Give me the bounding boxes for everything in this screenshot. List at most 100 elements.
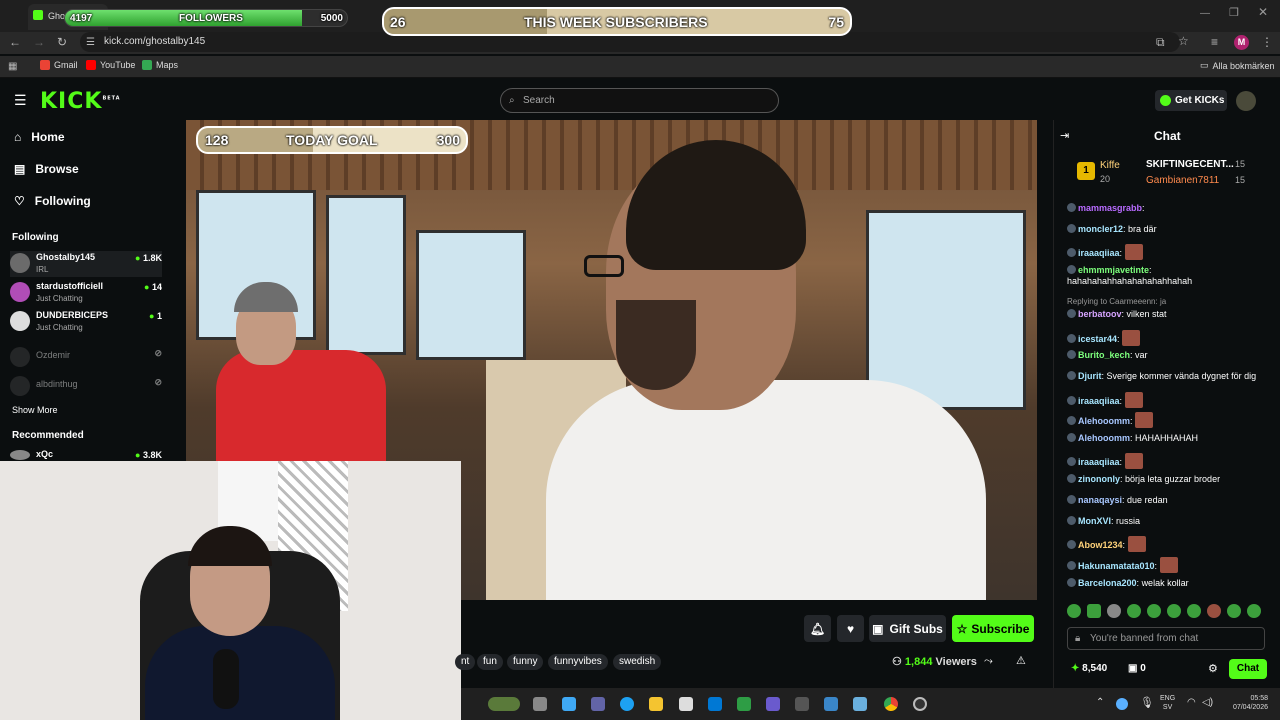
following-channel[interactable]: Ghostalby145 IRL ● 1.8K	[10, 251, 162, 277]
chat-username[interactable]: mammasgrabb	[1078, 203, 1142, 213]
reading-list-icon[interactable]: ≡	[1211, 35, 1218, 49]
store-icon[interactable]	[766, 697, 780, 711]
following-channel[interactable]: stardustofficiell Just Chatting ● 14	[10, 280, 162, 306]
language-indicator[interactable]: ENG SV	[1160, 694, 1175, 712]
stream-tag[interactable]: funny	[507, 654, 544, 670]
following-channel-offline[interactable]: Ozdemir ⊘	[10, 345, 162, 371]
hamburger-icon[interactable]: ☰	[14, 92, 27, 109]
emote-icon[interactable]	[1087, 604, 1101, 618]
minimize-icon[interactable]: —	[1200, 8, 1210, 19]
emote-icon[interactable]	[1067, 604, 1081, 618]
recommended-channel[interactable]: xQc ● 3.8K	[10, 448, 162, 460]
chrome-icon[interactable]	[884, 697, 898, 711]
chat-send-button[interactable]: Chat	[1229, 659, 1267, 679]
taskview-icon[interactable]	[533, 697, 547, 711]
edge-icon[interactable]	[620, 697, 634, 711]
following-channel-offline[interactable]: albdinthug ⊘	[10, 374, 162, 400]
wifi-icon[interactable]: ◠	[1187, 697, 1196, 708]
app-icon[interactable]	[679, 697, 693, 711]
subscribe-button[interactable]: ☆ Subscribe	[952, 615, 1034, 642]
tray-chevron-icon[interactable]: ⌃	[1096, 697, 1104, 708]
chat-username[interactable]: berbatoov	[1078, 309, 1122, 319]
close-window-icon[interactable]: ✕	[1258, 5, 1268, 19]
app2-icon[interactable]	[795, 697, 809, 711]
chat-username[interactable]: zinononly	[1078, 474, 1120, 484]
stream-tag[interactable]: swedish	[613, 654, 662, 670]
tray-app-icon[interactable]	[1116, 698, 1128, 710]
chat-username[interactable]: moncler12	[1078, 224, 1123, 234]
chat-username[interactable]: iraaaqiiaa	[1078, 396, 1120, 406]
bookmark-youtube[interactable]: YouTube	[86, 60, 135, 70]
microphone-tray-icon[interactable]: 🎙︎	[1140, 696, 1154, 709]
bookmark-gmail[interactable]: Gmail	[40, 60, 78, 70]
chat-username[interactable]: ehmmmjavetinte	[1078, 265, 1149, 275]
obs-icon[interactable]	[913, 697, 927, 711]
apps-grid-icon[interactable]: ▦	[8, 60, 17, 74]
gift-subs-button[interactable]: ▣ Gift Subs	[869, 615, 946, 642]
site-info-icon[interactable]: ☰	[86, 36, 95, 50]
emote-icon[interactable]	[1187, 604, 1201, 618]
emote-icon[interactable]	[1107, 604, 1121, 618]
collapse-chat-icon[interactable]: ⇥	[1060, 129, 1069, 142]
share-icon[interactable]: ⤳	[984, 655, 993, 668]
all-bookmarks[interactable]: ▭ Alla bokmärken	[1200, 60, 1275, 71]
channel-points[interactable]: ✦ 8,540	[1071, 663, 1107, 674]
chat-settings-icon[interactable]: ⚙	[1208, 662, 1218, 675]
stream-tag[interactable]: fun	[477, 654, 503, 670]
shield-icon[interactable]	[737, 697, 751, 711]
chat-username[interactable]: iraaaqiiaa	[1078, 248, 1120, 258]
following-channel[interactable]: DUNDERBICEPS Just Chatting ● 1	[10, 309, 162, 335]
copilot-icon[interactable]	[562, 697, 576, 711]
notification-button[interactable]: 🔔︎	[804, 615, 831, 642]
mail-icon[interactable]	[708, 697, 722, 711]
teams-icon[interactable]	[591, 697, 605, 711]
chat-input[interactable]: 🔒︎ You're banned from chat	[1067, 627, 1265, 650]
menu-dots-icon[interactable]: ⋮	[1261, 35, 1273, 49]
chat-username[interactable]: icestar44	[1078, 334, 1117, 344]
user-avatar[interactable]	[1236, 91, 1256, 111]
chat-username[interactable]: Hakunamatata010	[1078, 561, 1155, 571]
chat-username[interactable]: MonXVI	[1078, 516, 1111, 526]
emote-icon[interactable]	[1227, 604, 1241, 618]
stream-tag[interactable]: funnyvibes	[548, 654, 608, 670]
chat-username[interactable]: Barcelona200	[1078, 578, 1137, 588]
emote-icon[interactable]	[1207, 604, 1221, 618]
nav-browse[interactable]: ▤ Browse	[14, 162, 79, 176]
profile-avatar[interactable]: M	[1234, 35, 1249, 50]
maximize-icon[interactable]: ❐	[1229, 6, 1239, 19]
emote-icon[interactable]	[1247, 604, 1261, 618]
gifts-counter[interactable]: ▣ 0	[1128, 663, 1146, 674]
volume-icon[interactable]: ◁)	[1202, 697, 1213, 708]
emote-icon[interactable]	[1147, 604, 1161, 618]
clock[interactable]: 05:58 07/04/2026	[1222, 694, 1268, 712]
emote-icon[interactable]	[1127, 604, 1141, 618]
chat-username[interactable]: iraaaqiiaa	[1078, 457, 1120, 467]
chat-username[interactable]: nanaqaysi	[1078, 495, 1122, 505]
show-more-link[interactable]: Show More	[12, 405, 58, 415]
bookmark-star-icon[interactable]: ☆	[1178, 34, 1189, 48]
nav-following[interactable]: ♡ Following	[14, 194, 91, 208]
search-input[interactable]: ⌕ Search	[500, 88, 779, 113]
photos-icon[interactable]	[824, 697, 838, 711]
stream-tag[interactable]: nt	[455, 654, 476, 670]
explorer-icon[interactable]	[649, 697, 663, 711]
forward-icon[interactable]: →	[33, 35, 45, 49]
bookmark-maps[interactable]: Maps	[142, 60, 178, 70]
glasses	[584, 255, 624, 277]
translate-icon[interactable]: ⧉	[1156, 35, 1165, 49]
chat-username[interactable]: Djurit	[1078, 371, 1102, 381]
nav-home[interactable]: ⌂ Home	[14, 130, 65, 144]
reload-icon[interactable]: ↻	[57, 35, 67, 49]
chat-username[interactable]: Burito_kech	[1078, 350, 1130, 360]
follow-button[interactable]: ♥	[837, 615, 864, 642]
weather-icon[interactable]	[488, 697, 520, 711]
chat-username[interactable]: Alehooomm	[1078, 433, 1130, 443]
app3-icon[interactable]	[853, 697, 867, 711]
get-kicks-button[interactable]: Get KICKs	[1155, 90, 1227, 111]
emote-icon[interactable]	[1167, 604, 1181, 618]
back-icon[interactable]: ←	[9, 35, 21, 49]
report-icon[interactable]: ⚠	[1016, 654, 1026, 667]
kick-logo[interactable]: KICKBETA	[40, 89, 121, 114]
chat-username[interactable]: Alehooomm	[1078, 416, 1130, 426]
chat-username[interactable]: Abow1234	[1078, 540, 1123, 550]
